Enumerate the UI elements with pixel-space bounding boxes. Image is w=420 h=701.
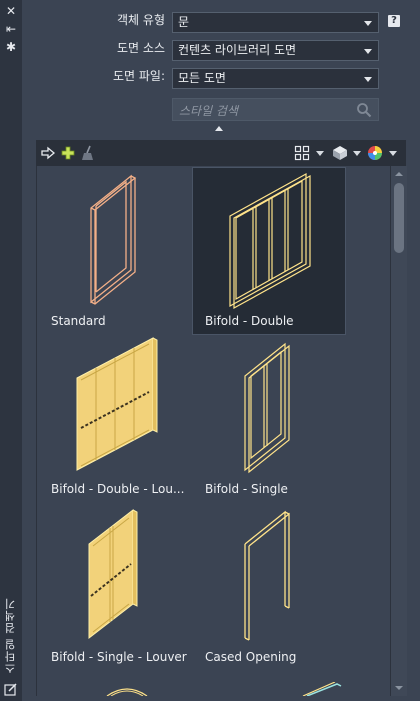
auto-hide-icon[interactable]: ⇤ — [3, 22, 19, 36]
drawing-source-row: 도면 소스 컨텐츠 라이브러리 도면 — [22, 36, 420, 61]
drawing-source-label: 도면 소스 — [117, 41, 165, 55]
bifold-double-thumbnail — [229, 172, 311, 310]
import-icon[interactable] — [40, 145, 56, 161]
chevron-down-icon[interactable] — [353, 151, 361, 156]
cased-opening-thumbnail — [244, 510, 290, 641]
view-mode-icon[interactable] — [294, 145, 310, 161]
style-search-box — [172, 98, 379, 122]
drawing-file-row: 도면 파일: 모든 도면 — [22, 64, 420, 89]
style-item-label: Cased Opening — [205, 650, 297, 664]
gallery-scrollbar[interactable] — [390, 166, 407, 696]
object-type-select[interactable]: 문 — [172, 12, 379, 33]
settings-icon[interactable]: ✱ — [3, 40, 19, 54]
partial-thumbnails — [106, 682, 342, 696]
bifold-double-louver-thumbnail — [76, 337, 158, 471]
style-item-label: Bifold - Double - Lou... — [51, 482, 185, 496]
bifold-single-louver-thumbnail — [88, 508, 138, 640]
drawing-file-label: 도면 파일: — [112, 69, 165, 83]
notepad-icon[interactable] — [4, 683, 18, 696]
palette-title: 스타일 검색기 — [4, 597, 17, 675]
scrollbar-thumb[interactable] — [394, 183, 404, 253]
style-item[interactable]: Bifold - Single - Louver — [39, 504, 191, 670]
scroll-down-icon[interactable] — [395, 686, 403, 690]
chevron-down-icon[interactable] — [389, 151, 397, 156]
standard-door-thumbnail — [90, 174, 137, 305]
style-search-input[interactable] — [173, 99, 361, 122]
chevron-down-icon — [364, 77, 372, 82]
style-gallery: Standard Bifold - Double Bifold - Double… — [36, 166, 391, 696]
object-type-label: 객체 유형 — [117, 13, 165, 27]
style-item-selected[interactable]: Bifold - Double — [192, 167, 346, 335]
help-icon[interactable]: ? — [388, 15, 400, 27]
add-icon[interactable] — [60, 145, 76, 161]
object-type-row: 객체 유형 문 — [22, 8, 420, 33]
style-item[interactable]: Cased Opening — [193, 504, 345, 670]
style-browser-panel: 객체 유형 문 ? 도면 소스 컨텐츠 라이브러리 도면 도면 파일: 모든 도… — [22, 0, 420, 701]
drawing-file-select[interactable]: 모든 도면 — [172, 68, 379, 89]
style-item-label: Bifold - Double — [205, 314, 294, 328]
object-type-value: 문 — [178, 15, 190, 29]
chevron-down-icon — [364, 21, 372, 26]
close-icon[interactable]: ✕ — [3, 4, 19, 18]
style-item[interactable]: Standard — [39, 168, 191, 334]
style-item-label: Standard — [51, 314, 106, 328]
display-icon[interactable] — [332, 145, 348, 161]
chevron-down-icon — [364, 49, 372, 54]
drawing-file-value: 모든 도면 — [178, 71, 226, 85]
purge-icon[interactable] — [80, 145, 96, 161]
search-icon[interactable] — [356, 102, 372, 118]
bifold-single-thumbnail — [244, 342, 290, 474]
drawing-source-select[interactable]: 컨텐츠 라이브러리 도면 — [172, 40, 379, 61]
style-item[interactable]: Bifold - Double - Lou... — [39, 336, 191, 502]
color-wheel-icon[interactable] — [367, 145, 383, 161]
style-item[interactable]: Bifold - Single — [193, 336, 345, 502]
style-toolbar — [36, 140, 406, 166]
scroll-up-icon[interactable] — [395, 172, 403, 176]
drawing-source-value: 컨텐츠 라이브러리 도면 — [178, 43, 297, 57]
style-item-label: Bifold - Single — [205, 482, 288, 496]
style-item-label: Bifold - Single - Louver — [51, 650, 187, 664]
chevron-down-icon[interactable] — [316, 151, 324, 156]
palette-titlebar: ✕ ⇤ ✱ 스타일 검색기 — [0, 0, 22, 701]
collapse-filters-icon[interactable] — [215, 126, 223, 131]
